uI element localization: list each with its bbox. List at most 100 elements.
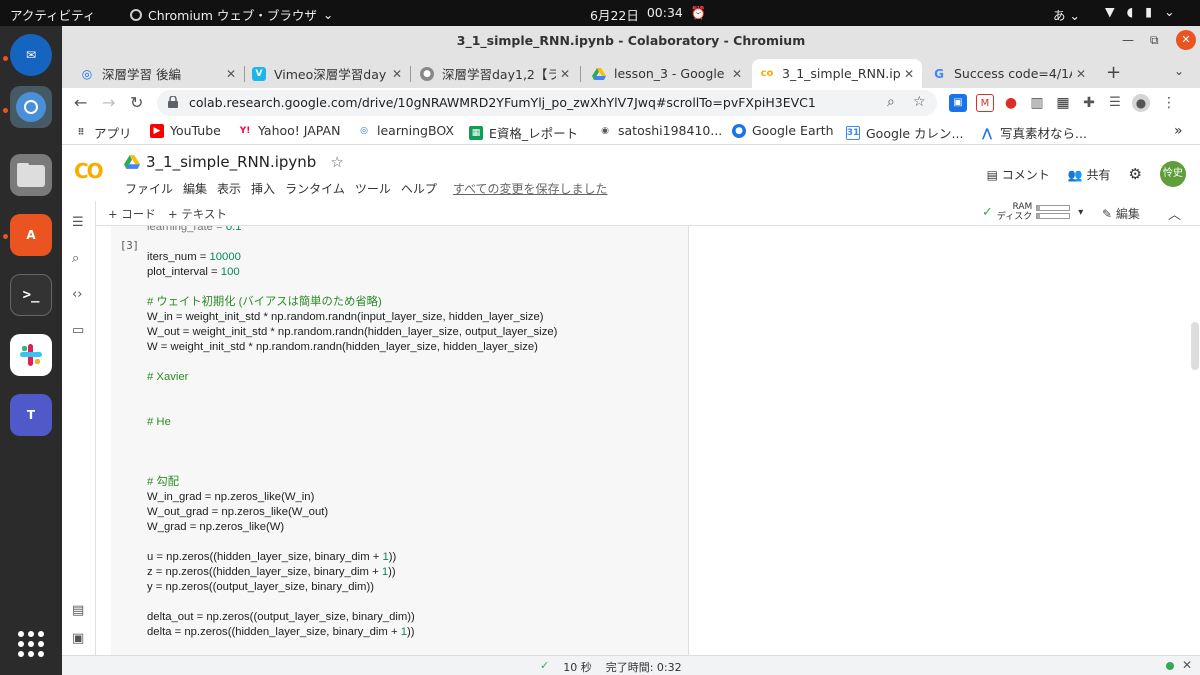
show-applications-icon[interactable] — [10, 623, 52, 665]
bookmark-youtube[interactable]: ▶ YouTube — [150, 123, 221, 138]
terminal-icon[interactable]: ▣ — [72, 631, 84, 646]
code-cell[interactable]: [3] learning_rate = 0.1 iters_num = 10000… — [111, 226, 689, 655]
command-palette-icon[interactable]: ▤ — [72, 603, 84, 618]
bookmark-yahoo[interactable]: Y! Yahoo! JAPAN — [238, 123, 341, 138]
scrollbar-thumb[interactable] — [1191, 322, 1199, 370]
menu-insert[interactable]: 挿入 — [246, 180, 280, 197]
gear-icon[interactable]: ⚙ — [1129, 165, 1142, 183]
tab-success-code[interactable]: G Success code=4/1A ✕ — [924, 59, 1094, 88]
bookmark-learningbox[interactable]: ◎ learningBOX — [357, 123, 454, 138]
bookmark-manager-icon[interactable]: ▥ — [1028, 94, 1046, 112]
save-status[interactable]: すべての変更を保存しました — [448, 180, 613, 197]
tab-drive[interactable]: lesson_3 - Google ✕ — [584, 59, 750, 88]
notebook-title[interactable]: 3_1_simple_RNN.ipynb ☆ — [124, 153, 344, 171]
menu-runtime[interactable]: ランタイム — [280, 180, 350, 197]
search-icon[interactable]: ⌕ — [887, 94, 895, 110]
close-window-icon[interactable]: ✕ — [1176, 30, 1196, 50]
share-button[interactable]: 👥 共有 — [1068, 166, 1111, 183]
code-editor[interactable]: learning_rate = 0.1 iters_num = 10000 plot… — [147, 226, 687, 640]
gmail-icon[interactable]: M — [976, 94, 994, 112]
add-text-button[interactable]: + テキスト — [168, 206, 227, 222]
software-center-icon[interactable]: A — [10, 214, 52, 256]
bookmark-photo[interactable]: ⋀ 写真素材なら... — [980, 123, 1087, 142]
edit-button[interactable]: ✎ 編集 — [1102, 205, 1140, 222]
bookmark-google-calendar[interactable]: 31 Google カレン... — [846, 123, 963, 142]
clock-time: 00:34 — [646, 5, 683, 20]
avatar[interactable]: 怜史 — [1160, 161, 1186, 187]
search-icon[interactable]: ⌕ — [72, 251, 79, 266]
slack-icon[interactable] — [10, 334, 52, 376]
menu-file[interactable]: ファイル — [120, 180, 178, 197]
code-line: plot_interval = 100 — [147, 266, 240, 278]
url-text: colab.research.google.com/drive/10gNRAWM… — [189, 95, 816, 110]
terminal-icon[interactable]: >_ — [10, 274, 52, 316]
menu-tools[interactable]: ツール — [350, 180, 396, 197]
chromium-icon[interactable] — [10, 86, 52, 128]
add-code-button[interactable]: + コード — [108, 206, 156, 222]
status-bar: ✓ 10 秒 完了時間: 0:32 ✕ — [62, 655, 1200, 675]
window-titlebar[interactable]: 3_1_simple_RNN.ipynb - Colaboratory - Ch… — [62, 26, 1200, 56]
star-icon[interactable]: ☆ — [913, 94, 926, 110]
minimize-icon[interactable]: — — [1122, 33, 1134, 47]
collapse-header-icon[interactable]: ︿ — [1168, 204, 1181, 223]
extension-icon[interactable]: ▦ — [1054, 94, 1072, 112]
comment-button[interactable]: ▤ コメント — [987, 166, 1050, 183]
close-icon[interactable]: ✕ — [560, 67, 570, 81]
app-menu[interactable]: Chromium ウェブ・ブラウザ ⌄ — [130, 5, 333, 24]
tab-learningbox[interactable]: ◎ 深層学習 後編 ✕ — [72, 59, 244, 88]
close-icon[interactable]: ✕ — [226, 67, 236, 81]
profile-icon[interactable]: ● — [1132, 94, 1150, 112]
more-bookmarks-icon[interactable]: » — [1174, 123, 1183, 139]
code-line: learning_rate = 0.1 — [147, 226, 242, 233]
bookmark-label: Google Earth — [752, 123, 834, 138]
code-line: W_in = weight_init_std * np.random.randn… — [147, 311, 544, 323]
extension-icon[interactable]: ▣ — [949, 94, 967, 112]
reading-list-icon[interactable]: ☰ — [1106, 94, 1124, 112]
folder-icon[interactable]: ▭ — [72, 323, 84, 338]
thunderbird-icon[interactable]: ✉ — [10, 34, 52, 76]
reload-icon[interactable]: ↻ — [130, 93, 143, 112]
code-line: # He — [147, 416, 171, 428]
menu-edit[interactable]: 編集 — [178, 180, 212, 197]
bookmark-apps[interactable]: ⠿ アプリ — [74, 123, 131, 142]
bookmark-github[interactable]: ◉ satoshi198410... — [598, 123, 722, 138]
resource-monitor[interactable]: ✓ RAM ディスク ▾ — [982, 202, 1083, 222]
bookmark-report[interactable]: ▦ E資格_レポート — [469, 123, 578, 142]
tab-vimeo[interactable]: V Vimeo深層学習day ✕ — [244, 59, 410, 88]
bookmark-google-earth[interactable]: ● Google Earth — [732, 123, 834, 138]
more-menu-icon[interactable]: ⋮ — [1160, 94, 1178, 112]
app-menu-label: Chromium ウェブ・ブラウザ — [148, 8, 317, 23]
record-icon[interactable]: ● — [1002, 94, 1020, 112]
chevron-down-icon[interactable]: ⌄ — [1174, 64, 1184, 78]
code-snippets-icon[interactable]: ‹› — [72, 287, 82, 302]
teams-icon[interactable]: T — [10, 394, 52, 436]
close-icon[interactable]: ✕ — [732, 67, 742, 81]
execution-status[interactable]: ✓ 10 秒 完了時間: 0:32 — [540, 659, 682, 675]
star-icon[interactable]: ☆ — [330, 153, 343, 171]
close-icon[interactable]: ✕ — [1076, 67, 1086, 81]
system-tray[interactable]: ▼ ◖ ▮ ⌄ — [1105, 4, 1175, 19]
toc-icon[interactable]: ☰ — [72, 215, 84, 230]
tab-colab-active[interactable]: co 3_1_simple_RNN.ip ✕ — [752, 59, 922, 88]
clock[interactable]: 6月22日 00:34 ⏰ — [590, 5, 706, 24]
close-icon[interactable]: ✕ — [1182, 658, 1192, 672]
menu-view[interactable]: 表示 — [212, 180, 246, 197]
bookmark-label: Google カレン... — [866, 126, 964, 141]
back-icon[interactable]: ← — [74, 93, 87, 112]
ime-indicator[interactable]: あ ⌄ — [1053, 5, 1080, 24]
menu-help[interactable]: ヘルプ — [396, 180, 442, 197]
notebook-title-label[interactable]: 3_1_simple_RNN.ipynb — [146, 153, 316, 171]
ram-bar — [1036, 205, 1071, 211]
close-icon[interactable]: ✕ — [392, 67, 402, 81]
maximize-icon[interactable]: ⧉ — [1150, 33, 1159, 48]
chevron-down-icon[interactable]: ▾ — [1078, 207, 1083, 218]
forward-icon[interactable]: → — [102, 93, 115, 112]
activities-button[interactable]: アクティビティ — [10, 5, 95, 24]
new-tab-button[interactable]: + — [1106, 62, 1121, 83]
puzzle-icon[interactable]: ✚ — [1080, 94, 1098, 112]
files-icon[interactable] — [10, 154, 52, 196]
tab-github[interactable]: ● 深層学習day1,2【ラ ✕ — [412, 59, 578, 88]
close-icon[interactable]: ✕ — [904, 67, 914, 81]
colab-logo[interactable]: CO — [74, 159, 104, 183]
address-bar[interactable]: colab.research.google.com/drive/10gNRAWM… — [157, 90, 937, 116]
